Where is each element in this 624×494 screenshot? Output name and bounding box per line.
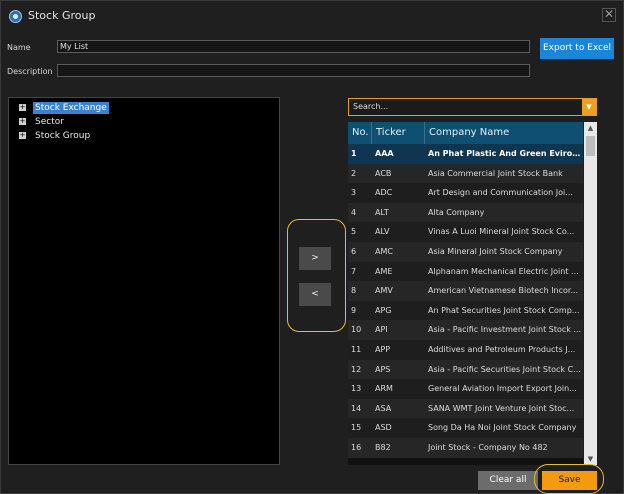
cell-name: An Phat Securities Joint Stock Comp... [428, 305, 580, 315]
cell-no: 1 [351, 149, 357, 158]
cell-no: 10 [351, 325, 362, 335]
cell-name: Song Da Ha Noi Joint Stock Company [428, 423, 577, 433]
description-label: Description [7, 67, 53, 76]
cell-ticker: ASA [375, 403, 392, 413]
stock-group-dialog: Stock Group ✕ Name My List Export to Exc… [0, 0, 624, 494]
cell-name: Alphanam Mechanical Electric Joint ... [428, 266, 579, 276]
title-bar: Stock Group ✕ [1, 1, 623, 33]
cell-ticker: ACB [375, 168, 392, 178]
cell-name: Additives and Petroleum Products J... [428, 345, 576, 354]
clear-all-button[interactable]: Clear all [478, 471, 538, 490]
cell-ticker: APP [375, 345, 391, 354]
table-row[interactable]: 16 B82 Joint Stock - Company No 482 [348, 438, 583, 458]
search-input[interactable]: Search... [353, 102, 388, 111]
table-row[interactable]: 1 AAA An Phat Plastic And Green Evironme..… [348, 144, 583, 164]
table-row[interactable]: 15 ASD Song Da Ha Noi Joint Stock Company [348, 418, 583, 438]
cell-no: 16 [351, 443, 362, 452]
table-row[interactable]: 4 ALT Alta Company [348, 202, 583, 223]
table-row[interactable]: 9 APG An Phat Securities Joint Stock Comp.… [348, 300, 583, 321]
cell-no: 5 [351, 227, 357, 237]
close-icon[interactable]: ✕ [602, 8, 616, 22]
cell-ticker: ARM [375, 384, 393, 394]
table-row[interactable]: 2 ACB Asia Commercial Joint Stock Bank [348, 163, 583, 184]
cell-name: Art Design and Communication Joi... [428, 188, 573, 198]
name-label: Name [7, 43, 31, 52]
expand-icon[interactable]: + [19, 132, 26, 139]
chevron-down-icon[interactable]: ▼ [582, 99, 596, 115]
cell-ticker: AMV [375, 286, 393, 296]
save-button-highlight [534, 464, 604, 494]
app-logo-icon [9, 10, 22, 23]
add-to-list-button[interactable]: > [299, 247, 331, 270]
cell-no: 8 [351, 286, 357, 296]
cell-name: Asia - Pacific Investment Joint Stock ..… [428, 325, 582, 335]
cell-name: An Phat Plastic And Green Evironme... [428, 149, 583, 158]
table-row[interactable]: 8 AMV American Vietnamese Biotech Incor... [348, 281, 583, 301]
expand-icon[interactable]: + [19, 104, 26, 111]
cell-no: 12 [351, 364, 362, 374]
cell-no: 4 [351, 207, 357, 217]
cell-no: 11 [351, 345, 362, 354]
table-row[interactable]: 7 AME Alphanam Mechanical Electric Joint .… [348, 261, 583, 282]
table-row[interactable]: 11 APP Additives and Petroleum Products J.… [348, 340, 583, 360]
cell-no: 13 [351, 384, 362, 394]
cell-ticker: ADC [375, 188, 393, 198]
cell-no: 3 [351, 188, 357, 198]
cell-no: 7 [351, 266, 357, 276]
cell-ticker: API [375, 325, 388, 335]
group-tree[interactable]: + Stock Exchange + Sector + Stock Group [8, 97, 280, 465]
cell-ticker: ALV [375, 227, 390, 237]
column-header-no[interactable]: No. [348, 122, 372, 144]
cell-no: 6 [351, 247, 357, 256]
cell-ticker: B82 [375, 443, 391, 452]
description-input[interactable] [57, 64, 530, 77]
tree-item-label[interactable]: Sector [33, 116, 66, 128]
grid-scrollbar[interactable]: ▲ ▼ [584, 122, 597, 465]
move-buttons-highlight [287, 219, 346, 332]
table-row[interactable]: 14 ASA SANA WMT Joint Venture Joint Stoc..… [348, 398, 583, 419]
expand-icon[interactable]: + [19, 118, 26, 125]
cell-name: Alta Company [428, 207, 485, 217]
export-to-excel-button[interactable]: Export to Excel [540, 38, 614, 59]
column-header-ticker[interactable]: Ticker [372, 122, 425, 144]
cell-ticker: AME [375, 266, 393, 276]
table-row[interactable]: 6 AMC Asia Mineral Joint Stock Company [348, 242, 583, 262]
table-row[interactable]: 12 APS Asia - Pacific Securities Joint Sto… [348, 359, 583, 380]
cell-ticker: APS [375, 364, 391, 374]
cell-name: General Aviation Import Export Join... [428, 384, 577, 394]
scroll-up-icon[interactable]: ▲ [584, 122, 597, 134]
cell-name: Asia Commercial Joint Stock Bank [428, 168, 563, 178]
table-row[interactable]: 3 ADC Art Design and Communication Joi... [348, 183, 583, 203]
cell-no: 2 [351, 168, 357, 178]
search-box[interactable]: Search... ▼ [348, 98, 597, 116]
scroll-thumb[interactable] [586, 136, 595, 156]
tree-item-label[interactable]: Stock Exchange [33, 102, 109, 114]
cell-ticker: AAA [375, 149, 394, 158]
cell-ticker: ALT [375, 207, 389, 217]
cell-name: Asia - Pacific Securities Joint Stock C.… [428, 364, 581, 374]
grid-header: No. Ticker Company Name [348, 122, 583, 144]
cell-name: Asia Mineral Joint Stock Company [428, 247, 563, 256]
cell-name: American Vietnamese Biotech Incor... [428, 286, 579, 296]
cell-ticker: APG [375, 305, 392, 315]
cell-name: Joint Stock - Company No 482 [428, 443, 548, 452]
cell-name: Vinas A Luoi Mineral Joint Stock Co... [428, 227, 575, 237]
cell-ticker: ASD [375, 423, 392, 433]
tree-item-label[interactable]: Stock Group [33, 130, 92, 142]
remove-from-list-button[interactable]: < [299, 283, 331, 306]
cell-no: 15 [351, 423, 362, 433]
table-row[interactable]: 10 API Asia - Pacific Investment Joint Sto… [348, 320, 583, 340]
cell-name: SANA WMT Joint Venture Joint Stoc... [428, 403, 575, 413]
cell-ticker: AMC [375, 247, 393, 256]
cell-no: 9 [351, 305, 357, 315]
stock-grid: No. Ticker Company Name 1 AAA An Phat Plas… [348, 122, 583, 465]
cell-no: 14 [351, 403, 362, 413]
name-input[interactable]: My List [57, 40, 530, 53]
table-row[interactable]: 13 ARM General Aviation Import Export Join… [348, 379, 583, 399]
window-title: Stock Group [28, 9, 96, 22]
table-row[interactable]: 5 ALV Vinas A Luoi Mineral Joint Stock Co.… [348, 222, 583, 242]
column-header-company-name[interactable]: Company Name [425, 122, 583, 144]
